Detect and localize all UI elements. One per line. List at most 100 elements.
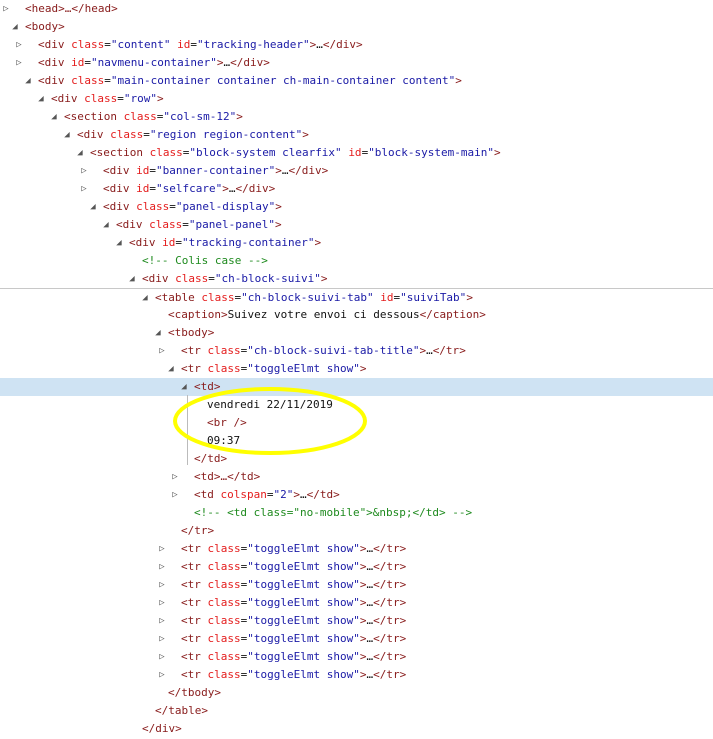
dom-node-text: <div class="row"> (51, 92, 164, 105)
dom-node-row[interactable]: ◢ <div class="panel-panel"> (0, 216, 713, 234)
dom-node-text: </td> (194, 452, 228, 465)
dom-node-row[interactable]: ◢ <section class="col-sm-12"> (0, 108, 713, 126)
dom-node-text: </table> (155, 704, 208, 717)
dom-node-text: </tr> (181, 524, 215, 537)
dom-node-row[interactable]: vendredi 22/11/2019 (0, 396, 713, 414)
expand-triangle-icon[interactable]: ▷ (14, 54, 24, 72)
dom-node-text: <div class="content" id="tracking-header… (38, 38, 363, 51)
dom-node-row[interactable]: ▷ <tr class="toggleElmt show">…</tr> (0, 630, 713, 648)
dom-node-row[interactable]: ▷ <td colspan="2">…</td> (0, 486, 713, 504)
dom-node-text: </div> (142, 722, 182, 735)
collapse-triangle-icon[interactable]: ◢ (140, 289, 150, 307)
dom-node-text: <!-- <td class="no-mobile">&nbsp;</td> -… (194, 506, 473, 519)
collapse-triangle-icon[interactable]: ◢ (114, 234, 124, 252)
collapse-triangle-icon[interactable]: ◢ (179, 378, 189, 396)
tree-guide-line (187, 395, 188, 465)
dom-node-row[interactable]: </tr> (0, 522, 713, 540)
dom-node-row[interactable]: ▷ <tr class="toggleElmt show">…</tr> (0, 540, 713, 558)
dom-node-text: <div class="panel-display"> (103, 200, 282, 213)
expand-triangle-icon[interactable]: ▷ (157, 630, 167, 648)
collapse-triangle-icon[interactable]: ◢ (75, 144, 85, 162)
collapse-triangle-icon[interactable]: ◢ (10, 18, 20, 36)
dom-node-row[interactable]: ◢ <tbody> (0, 324, 713, 342)
dom-node-text: <tr class="toggleElmt show">…</tr> (181, 632, 407, 645)
collapse-triangle-icon[interactable]: ◢ (36, 90, 46, 108)
dom-node-row[interactable]: ▷ <tr class="ch-block-suivi-tab-title">…<… (0, 342, 713, 360)
dom-node-text: <div id="banner-container">…</div> (103, 164, 329, 177)
dom-node-row[interactable]: <br /> (0, 414, 713, 432)
dom-node-row[interactable]: ◢ <tr class="toggleElmt show"> (0, 360, 713, 378)
dom-node-text: <tr class="toggleElmt show">…</tr> (181, 578, 407, 591)
collapse-triangle-icon[interactable]: ◢ (166, 360, 176, 378)
expand-triangle-icon[interactable]: ▷ (157, 576, 167, 594)
dom-node-text: <tr class="toggleElmt show">…</tr> (181, 614, 407, 627)
dom-node-row[interactable]: <!-- Colis case --> (0, 252, 713, 270)
dom-node-text: <br /> (207, 416, 247, 429)
dom-node-row[interactable]: ◢ <td> (0, 378, 713, 396)
dom-node-row[interactable]: </tbody> (0, 684, 713, 702)
dom-node-row[interactable]: ▷ <div class="content" id="tracking-heade… (0, 36, 713, 54)
dom-node-row[interactable]: ◢ <section class="block-system clearfix" … (0, 144, 713, 162)
expand-triangle-icon[interactable]: ▷ (157, 540, 167, 558)
collapse-triangle-icon[interactable]: ◢ (49, 108, 59, 126)
dom-node-text: <tr class="toggleElmt show">…</tr> (181, 560, 407, 573)
dom-node-row[interactable]: ▷ <tr class="toggleElmt show">…</tr> (0, 666, 713, 684)
collapse-triangle-icon[interactable]: ◢ (62, 126, 72, 144)
dom-node-row[interactable]: ◢ <table class="ch-block-suivi-tab" id="s… (0, 288, 713, 306)
dom-node-text: <div id="tracking-container"> (129, 236, 322, 249)
dom-node-row[interactable]: ▷ <td>…</td> (0, 468, 713, 486)
dom-node-row[interactable]: ▷ <tr class="toggleElmt show">…</tr> (0, 594, 713, 612)
dom-node-row[interactable]: <caption>Suivez votre envoi ci dessous</… (0, 306, 713, 324)
dom-node-row[interactable]: ◢ <div class="region region-content"> (0, 126, 713, 144)
dom-node-text: <td colspan="2">…</td> (194, 488, 340, 501)
expand-triangle-icon[interactable]: ▷ (1, 0, 11, 18)
dom-node-row[interactable]: ▷ <tr class="toggleElmt show">…</tr> (0, 576, 713, 594)
dom-node-row[interactable]: ◢ <div class="main-container container ch… (0, 72, 713, 90)
dom-node-row[interactable]: <!-- <td class="no-mobile">&nbsp;</td> -… (0, 504, 713, 522)
collapse-triangle-icon[interactable]: ◢ (153, 324, 163, 342)
expand-triangle-icon[interactable]: ▷ (170, 468, 180, 486)
dom-node-row[interactable]: ◢ <div class="row"> (0, 90, 713, 108)
dom-node-text: <div class="main-container container ch-… (38, 74, 462, 87)
expand-triangle-icon[interactable]: ▷ (14, 36, 24, 54)
expand-triangle-icon[interactable]: ▷ (157, 558, 167, 576)
dom-node-text: <div class="ch-block-suivi"> (142, 272, 328, 285)
dom-node-row[interactable]: ▷ <div id="selfcare">…</div> (0, 180, 713, 198)
dom-node-text: <td>…</td> (194, 470, 261, 483)
expand-triangle-icon[interactable]: ▷ (79, 180, 89, 198)
collapse-triangle-icon[interactable]: ◢ (127, 270, 137, 288)
dom-node-row[interactable]: ▷ <tr class="toggleElmt show">…</tr> (0, 612, 713, 630)
dom-node-text: <!-- Colis case --> (142, 254, 268, 267)
collapse-triangle-icon[interactable]: ◢ (101, 216, 111, 234)
dom-node-row[interactable]: </td> (0, 450, 713, 468)
dom-node-text: <tbody> (168, 326, 215, 339)
dom-node-text: </tbody> (168, 686, 221, 699)
dom-node-text: <caption>Suivez votre envoi ci dessous</… (168, 308, 486, 321)
dom-node-row[interactable]: </div> (0, 720, 713, 738)
dom-node-text: <tr class="toggleElmt show">…</tr> (181, 650, 407, 663)
dom-node-row[interactable]: ◢ <div class="ch-block-suivi"> (0, 270, 713, 288)
dom-node-row[interactable]: ◢ <div class="panel-display"> (0, 198, 713, 216)
dom-node-row[interactable]: 09:37 (0, 432, 713, 450)
expand-triangle-icon[interactable]: ▷ (157, 594, 167, 612)
dom-node-text: <tr class="toggleElmt show">…</tr> (181, 668, 407, 681)
dom-node-row[interactable]: ◢ <div id="tracking-container"> (0, 234, 713, 252)
expand-triangle-icon[interactable]: ▷ (157, 648, 167, 666)
collapse-triangle-icon[interactable]: ◢ (23, 72, 33, 90)
expand-triangle-icon[interactable]: ▷ (170, 486, 180, 504)
dom-node-row[interactable]: ▷ <head>…</head> (0, 0, 713, 18)
dom-node-row[interactable]: ▷ <div id="navmenu-container">…</div> (0, 54, 713, 72)
dom-node-text: <body> (25, 20, 65, 33)
expand-triangle-icon[interactable]: ▷ (157, 666, 167, 684)
dom-node-row[interactable]: ▷ <div id="banner-container">…</div> (0, 162, 713, 180)
dom-node-row[interactable]: ▷ <tr class="toggleElmt show">…</tr> (0, 558, 713, 576)
dom-node-row[interactable]: </table> (0, 702, 713, 720)
collapse-triangle-icon[interactable]: ◢ (88, 198, 98, 216)
dom-node-row[interactable]: ◢ <body> (0, 18, 713, 36)
expand-triangle-icon[interactable]: ▷ (157, 612, 167, 630)
dom-tree: ▷ <head>…</head> ◢ <body> ▷ <div class="conte… (0, 0, 713, 738)
expand-triangle-icon[interactable]: ▷ (157, 342, 167, 360)
dom-node-text: <div class="region region-content"> (77, 128, 309, 141)
expand-triangle-icon[interactable]: ▷ (79, 162, 89, 180)
dom-node-row[interactable]: ▷ <tr class="toggleElmt show">…</tr> (0, 648, 713, 666)
